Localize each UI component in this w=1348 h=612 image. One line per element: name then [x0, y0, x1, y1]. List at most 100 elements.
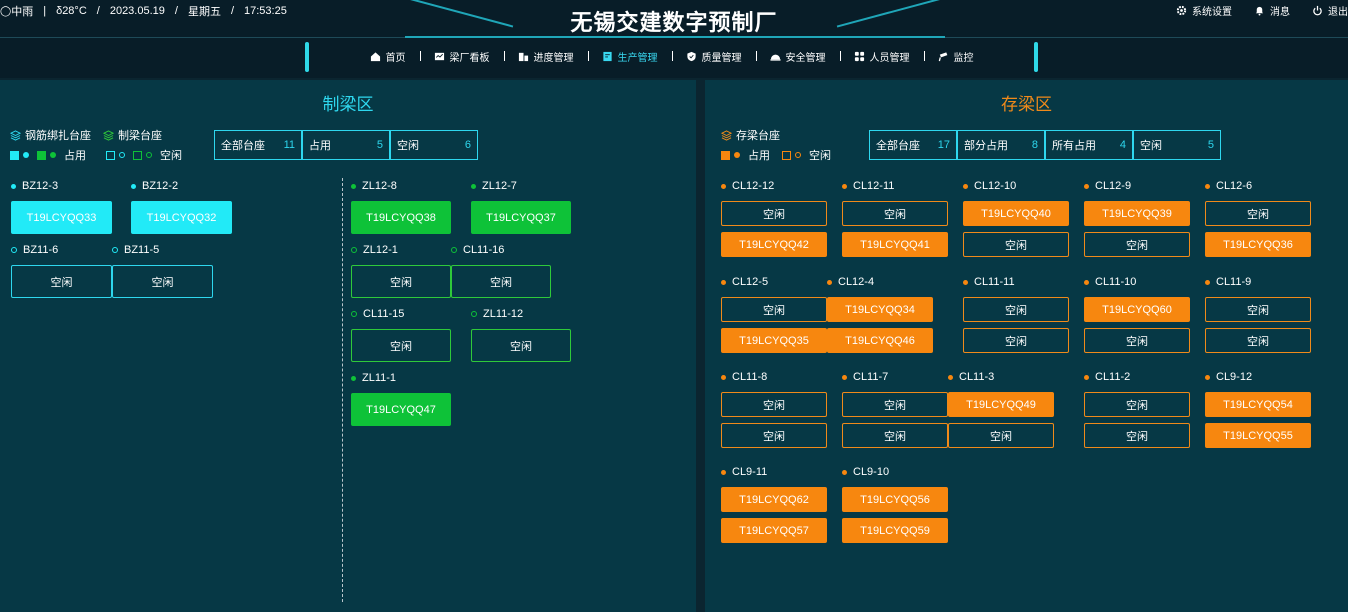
stand-name: ZL12-8 [362, 180, 397, 192]
nav-item-quality[interactable]: 质量管理 [671, 49, 756, 64]
weather-text: 中雨 [11, 6, 34, 18]
stand-slot[interactable]: T19LCYQQ60 [1084, 297, 1190, 322]
stand-name: CL12-5 [732, 276, 769, 288]
nav-item-personnel[interactable]: 人员管理 [839, 49, 924, 64]
storage-stand: CL11-10 [1084, 275, 1136, 289]
stand-slot[interactable]: T19LCYQQ33 [11, 201, 112, 234]
stand-slot[interactable]: 空闲 [963, 328, 1069, 353]
stat-free[interactable]: 空闲 5 [1133, 130, 1221, 160]
status-ring [112, 247, 118, 253]
stat-all[interactable]: 全部台座 11 [214, 130, 302, 160]
stat-value: 5 [376, 139, 383, 151]
building-icon [518, 52, 528, 62]
stand-slot[interactable]: T19LCYQQ35 [721, 328, 827, 353]
stand-slot[interactable]: T19LCYQQ38 [351, 201, 451, 234]
main-nav: 首页 梁厂看板 进度管理 生产管理 质量管理 安全管理 人员管理 监控 [305, 41, 1038, 72]
stand-slot[interactable]: 空闲 [351, 329, 451, 362]
stand-slot[interactable]: T19LCYQQ41 [842, 232, 948, 257]
stand-slot[interactable]: T19LCYQQ39 [1084, 201, 1190, 226]
settings-button[interactable]: 系统设置 [1176, 3, 1232, 18]
stand-slot[interactable]: T19LCYQQ42 [721, 232, 827, 257]
nav-item-safety[interactable]: 安全管理 [755, 49, 840, 64]
nav-item-monitor[interactable]: 监控 [923, 49, 988, 64]
stand-slot[interactable]: 空闲 [963, 232, 1069, 257]
stat-all[interactable]: 全部台座 17 [869, 130, 957, 160]
stats-bar: 全部台座 11 占用 5 空闲 6 [214, 130, 478, 160]
status-dot [131, 183, 136, 189]
stand-slot[interactable]: 空闲 [471, 329, 571, 362]
stand-group: CL11-16 [451, 243, 504, 257]
stand-slot[interactable]: T19LCYQQ40 [963, 201, 1069, 226]
stand-slot[interactable]: T19LCYQQ34 [827, 297, 933, 322]
status-dot [1205, 279, 1210, 285]
stand-slot[interactable]: T19LCYQQ46 [827, 328, 933, 353]
stand-slot[interactable]: 空闲 [842, 201, 948, 226]
status-ring [11, 247, 17, 253]
stat-partial[interactable]: 部分占用 8 [957, 130, 1045, 160]
stand-slot[interactable]: 空闲 [948, 423, 1054, 448]
beam-making-panel: 制梁区 钢筋绑扎台座 制梁台座 占用 空闲 全部台座 11 占用 5 空闲 6 BZ1… [0, 80, 696, 612]
legend-orange-hollow [782, 150, 791, 160]
stand-name: BZ11-6 [23, 244, 59, 256]
stat-occupied[interactable]: 占用 5 [302, 130, 390, 160]
stand-slot[interactable]: 空闲 [963, 297, 1069, 322]
layers-icon [103, 129, 114, 141]
storage-stand: CL12-6 [1205, 179, 1252, 193]
stand-slot[interactable]: T19LCYQQ59 [842, 518, 948, 543]
stand-slot[interactable]: T19LCYQQ56 [842, 487, 948, 512]
status-dot [1084, 183, 1089, 189]
stand-name: CL9-12 [1216, 371, 1253, 383]
stat-value: 4 [1119, 139, 1126, 151]
nav-item-progress[interactable]: 进度管理 [503, 49, 588, 64]
stand-slot[interactable]: 空闲 [112, 265, 213, 298]
storage-stand: CL9-11 [721, 465, 767, 479]
panel-title: 存梁区 [1001, 95, 1052, 114]
legend-orange-ring [795, 152, 801, 158]
stand-slot[interactable]: 空闲 [842, 392, 948, 417]
stand-slot[interactable]: T19LCYQQ47 [351, 393, 451, 426]
stand-name: CL11-8 [732, 371, 768, 383]
stand-slot[interactable]: 空闲 [1084, 232, 1190, 257]
stand-slot[interactable]: T19LCYQQ55 [1205, 423, 1311, 448]
stand-name: CL11-15 [363, 308, 405, 320]
storage-stand: CL12-11 [842, 179, 894, 193]
stand-slot[interactable]: 空闲 [721, 201, 827, 226]
stand-slot[interactable]: 空闲 [1205, 297, 1311, 322]
stand-slot[interactable]: 空闲 [1084, 423, 1190, 448]
helmet-icon [769, 54, 781, 61]
stand-slot[interactable]: 空闲 [1084, 328, 1190, 353]
stand-slot[interactable]: T19LCYQQ37 [471, 201, 571, 234]
messages-label: 消息 [1270, 7, 1290, 18]
stand-slot[interactable]: T19LCYQQ62 [721, 487, 827, 512]
stand-slot[interactable]: 空闲 [721, 297, 827, 322]
stand-slot[interactable]: 空闲 [1205, 328, 1311, 353]
stand-slot[interactable]: T19LCYQQ54 [1205, 392, 1311, 417]
legend-occupied: 占用 [64, 150, 86, 162]
stand-slot[interactable]: T19LCYQQ49 [948, 392, 1054, 417]
messages-button[interactable]: 消息 [1254, 3, 1290, 18]
nav-item-dashboard[interactable]: 梁厂看板 [419, 49, 504, 64]
status-dot [351, 375, 356, 381]
logout-button[interactable]: 退出 [1312, 3, 1348, 18]
stand-slot[interactable]: T19LCYQQ36 [1205, 232, 1311, 257]
gear-icon [1176, 5, 1187, 16]
stand-slot[interactable]: 空闲 [1084, 392, 1190, 417]
stand-slot[interactable]: T19LCYQQ32 [131, 201, 232, 234]
nav-item-home[interactable]: 首页 [356, 49, 420, 64]
stat-full[interactable]: 所有占用 4 [1045, 130, 1133, 160]
legend-green-dot [50, 152, 56, 158]
stand-slot[interactable]: 空闲 [11, 265, 112, 298]
stand-slot[interactable]: 空闲 [451, 265, 551, 298]
power-icon [1313, 5, 1322, 16]
stand-name: CL11-11 [974, 276, 1015, 288]
stand-slot[interactable]: T19LCYQQ57 [721, 518, 827, 543]
stat-free[interactable]: 空闲 6 [390, 130, 478, 160]
nav-item-production[interactable]: 生产管理 [587, 49, 672, 64]
temperature: 28°C [62, 5, 87, 17]
stand-slot[interactable]: 空闲 [842, 423, 948, 448]
stand-slot[interactable]: 空闲 [721, 423, 827, 448]
stand-slot[interactable]: 空闲 [351, 265, 451, 298]
stand-name: CL11-7 [853, 371, 889, 383]
stand-slot[interactable]: 空闲 [721, 392, 827, 417]
stand-slot[interactable]: 空闲 [1205, 201, 1311, 226]
